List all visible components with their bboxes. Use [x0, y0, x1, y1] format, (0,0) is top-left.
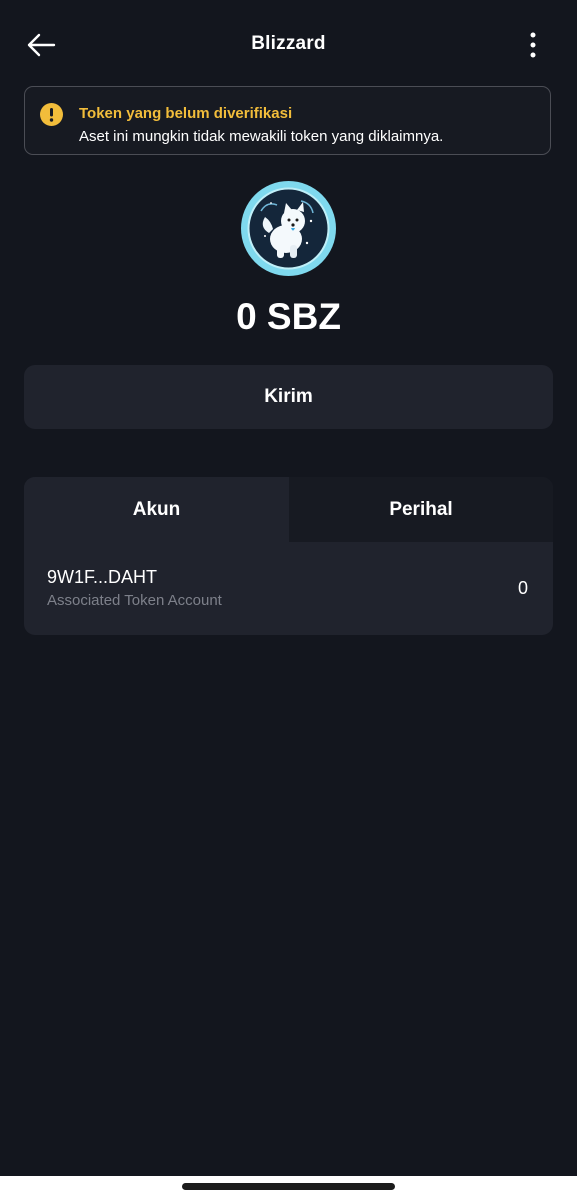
samoyed-dog-token-logo — [247, 187, 330, 270]
home-indicator[interactable] — [182, 1183, 395, 1190]
token-logo — [241, 181, 336, 276]
tab-perihal[interactable]: Perihal — [289, 477, 553, 542]
token-balance: 0 SBZ — [236, 296, 341, 337]
warning-message: Aset ini mungkin tidak mewakili token ya… — [79, 128, 444, 145]
token-detail-screen: Blizzard Token yang belum diverifikasi A… — [0, 0, 577, 1200]
tab-akun[interactable]: Akun — [24, 477, 289, 542]
more-options-button[interactable] — [521, 28, 545, 62]
account-type: Associated Token Account — [47, 592, 222, 609]
account-amount: 0 — [517, 578, 528, 598]
system-navigation-bar — [0, 1176, 577, 1200]
more-vertical-icon — [530, 32, 536, 58]
send-button[interactable]: Kirim — [24, 365, 553, 429]
page-title: Blizzard — [251, 33, 326, 54]
exclamation-icon — [40, 103, 63, 126]
token-account-row[interactable]: 9W1F...DAHT Associated Token Account 0 — [24, 542, 553, 635]
token-info-card: Akun Perihal 9W1F...DAHT Associated Toke… — [24, 477, 553, 635]
unverified-token-warning: Token yang belum diverifikasi Aset ini m… — [24, 86, 551, 155]
warning-title: Token yang belum diverifikasi — [79, 105, 293, 122]
account-address: 9W1F...DAHT — [47, 567, 158, 587]
top-app-bar: Blizzard — [0, 0, 577, 90]
